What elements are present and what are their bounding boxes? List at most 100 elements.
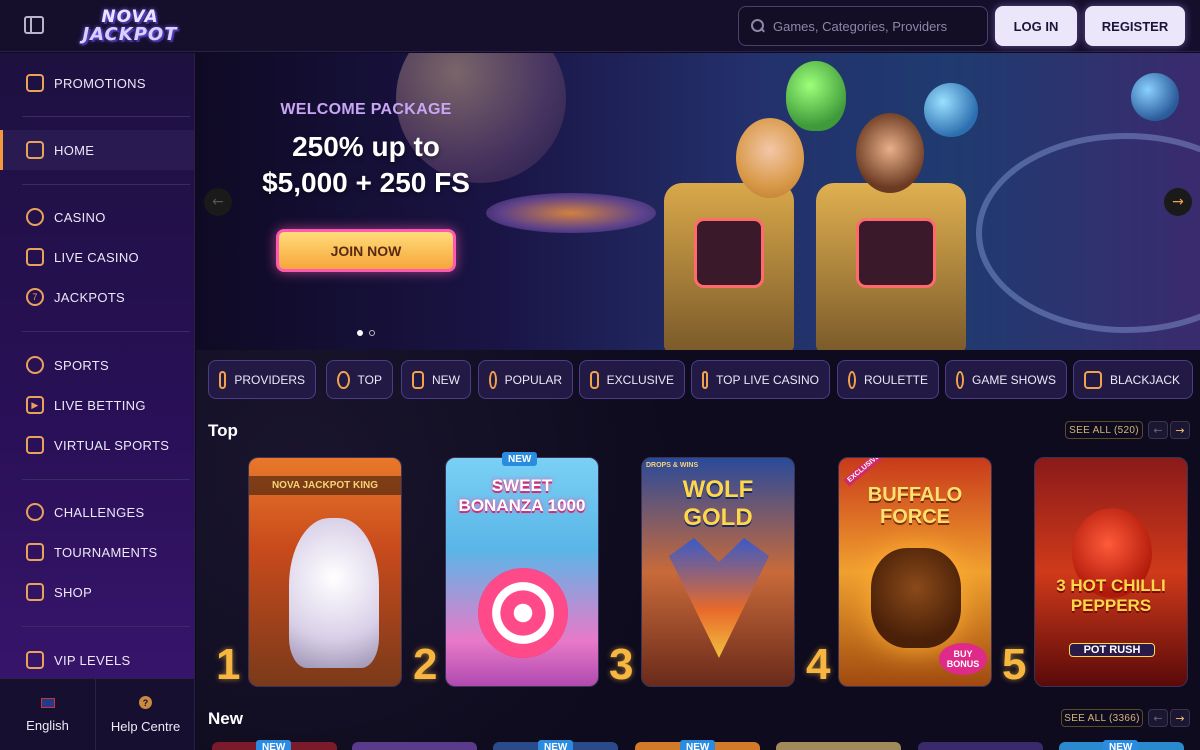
trophy-icon xyxy=(26,543,44,561)
carousel-dot[interactable] xyxy=(357,330,363,336)
game-card[interactable]: 3 HOT CHILLI PEPPERS POT RUSH xyxy=(1034,457,1188,687)
search-input[interactable] xyxy=(773,18,973,34)
chip-icon xyxy=(26,208,44,226)
category-roulette[interactable]: ROULETTE xyxy=(837,360,939,399)
medal-icon xyxy=(26,503,44,521)
sidebar-item-label: HOME xyxy=(54,142,95,158)
rocket-icon xyxy=(412,370,424,389)
sidebar-item-challenges[interactable]: CHALLENGES xyxy=(0,492,194,532)
scroll-right-icon[interactable]: → xyxy=(1170,421,1190,439)
sidebar-item-jackpots[interactable]: 7 JACKPOTS xyxy=(0,277,194,317)
language-selector[interactable]: English xyxy=(0,679,96,750)
category-label: EXCLUSIVE xyxy=(606,372,674,387)
flame-icon xyxy=(489,370,497,389)
register-button[interactable]: REGISTER xyxy=(1085,6,1185,46)
carousel-prev-icon[interactable]: ← xyxy=(204,188,232,216)
boy-character xyxy=(856,113,924,193)
join-now-button[interactable]: JOIN NOW xyxy=(276,229,456,272)
help-centre-link[interactable]: ? Help Centre xyxy=(97,679,194,750)
section-title-top: Top xyxy=(208,421,238,440)
rank-number: 3 xyxy=(609,640,634,689)
game-card-peek[interactable] xyxy=(918,742,1043,750)
game-card[interactable]: BUFFALO FORCE EXCLUSIVE BUY BONUS xyxy=(838,457,992,687)
sidebar-item-vip-levels[interactable]: VIP LEVELS xyxy=(0,640,194,680)
rank-number: 4 xyxy=(806,640,831,689)
category-providers[interactable]: PROVIDERS xyxy=(208,360,316,399)
rank-number: 5 xyxy=(1002,640,1027,689)
game-card[interactable]: SWEET BONANZA 1000 xyxy=(445,457,599,687)
sidebar-item-promotions[interactable]: PROMOTIONS xyxy=(0,63,194,103)
sidebar-item-live-betting[interactable]: ▶ LIVE BETTING xyxy=(0,385,194,425)
category-new[interactable]: NEW xyxy=(401,360,471,399)
category-label: TOP xyxy=(357,372,382,387)
top-row-arrows: ← → xyxy=(1148,421,1190,439)
sidebar-item-live-casino[interactable]: LIVE CASINO xyxy=(0,237,194,277)
game-title: WOLF GOLD xyxy=(682,476,754,531)
diamond-icon xyxy=(26,651,44,669)
game-card-peek[interactable] xyxy=(352,742,477,750)
see-all-new-button[interactable]: SEE ALL (3366) xyxy=(1061,709,1143,727)
category-game-shows[interactable]: GAME SHOWS xyxy=(945,360,1067,399)
category-bar: PROVIDERS TOP NEW POPULAR EXCLUSIVE TOP … xyxy=(208,360,1200,400)
logo[interactable]: NOVA JACKPOT xyxy=(74,6,186,46)
sidebar-item-home[interactable]: HOME xyxy=(0,130,194,170)
category-label: TOP LIVE CASINO xyxy=(716,372,819,387)
sidebar-item-virtual-sports[interactable]: VIRTUAL SPORTS xyxy=(0,425,194,465)
sidebar-footer: English ? Help Centre xyxy=(0,678,194,750)
hero-banner[interactable]: WELCOME PACKAGE 250% up to $5,000 + 250 … xyxy=(196,53,1200,350)
login-button[interactable]: LOG IN xyxy=(995,6,1077,46)
new-badge: NEW xyxy=(680,740,716,750)
hero-title-line1: 250% up to xyxy=(292,131,440,162)
category-label: ROULETTE xyxy=(863,372,928,387)
hero-title: 250% up to $5,000 + 250 FS xyxy=(236,129,496,201)
game-card[interactable]: NOVA JACKPOT KING xyxy=(248,457,402,687)
gamepad-icon xyxy=(26,436,44,454)
scroll-left-icon[interactable]: ← xyxy=(1148,709,1168,727)
help-label: Help Centre xyxy=(110,719,181,734)
sidebar-item-shop[interactable]: SHOP xyxy=(0,572,194,612)
sidebar: PROMOTIONS HOME CASINO LIVE CASINO 7 JAC… xyxy=(0,53,195,750)
category-top-live-casino[interactable]: TOP LIVE CASINO xyxy=(691,360,830,399)
diamond-icon xyxy=(590,370,599,389)
new-badge: NEW xyxy=(256,740,292,750)
scroll-right-icon[interactable]: → xyxy=(1170,709,1190,727)
category-popular[interactable]: POPULAR xyxy=(478,360,573,399)
category-top[interactable]: TOP xyxy=(326,360,393,399)
category-label: NEW xyxy=(432,372,460,387)
category-label: BLACKJACK xyxy=(1110,372,1181,387)
star-icon xyxy=(702,370,709,389)
divider xyxy=(22,479,190,480)
game-card[interactable]: WOLF GOLD DROPS & WINS xyxy=(641,457,795,687)
carousel-next-icon[interactable]: → xyxy=(1164,188,1192,216)
carousel-dot[interactable] xyxy=(369,330,375,336)
divider xyxy=(22,184,190,185)
pot-rush-label: POT RUSH xyxy=(1069,643,1155,657)
ufo-illustration xyxy=(486,193,656,233)
category-exclusive[interactable]: EXCLUSIVE xyxy=(579,360,685,399)
search-icon xyxy=(751,19,765,33)
sidebar-item-label: TOURNAMENTS xyxy=(54,544,158,560)
wolf-artwork xyxy=(669,538,769,658)
sidebar-toggle-icon[interactable] xyxy=(24,16,44,34)
rank-number: 2 xyxy=(413,640,438,689)
scroll-left-icon[interactable]: ← xyxy=(1148,421,1168,439)
sidebar-item-tournaments[interactable]: TOURNAMENTS xyxy=(0,532,194,572)
search-box[interactable] xyxy=(738,6,988,46)
buy-bonus-sticker: BUY BONUS xyxy=(939,643,987,675)
spade-icon xyxy=(1084,370,1102,389)
sidebar-item-label: VIRTUAL SPORTS xyxy=(54,437,170,453)
see-all-top-button[interactable]: SEE ALL (520) xyxy=(1065,421,1143,439)
category-label: PROVIDERS xyxy=(234,372,305,387)
category-blackjack[interactable]: BLACKJACK xyxy=(1073,360,1193,399)
divider xyxy=(22,331,190,332)
flag-icon xyxy=(40,697,55,708)
sidebar-item-label: CASINO xyxy=(54,209,106,225)
sidebar-item-label: LIVE BETTING xyxy=(54,397,146,413)
arrow-screen-illustration xyxy=(694,218,764,288)
sidebar-item-sports[interactable]: SPORTS xyxy=(0,345,194,385)
arrow-screen-illustration xyxy=(856,218,936,288)
sidebar-item-label: LIVE CASINO xyxy=(54,249,139,265)
sidebar-item-casino[interactable]: CASINO xyxy=(0,197,194,237)
shop-icon xyxy=(26,583,44,601)
game-card-peek[interactable] xyxy=(776,742,901,750)
